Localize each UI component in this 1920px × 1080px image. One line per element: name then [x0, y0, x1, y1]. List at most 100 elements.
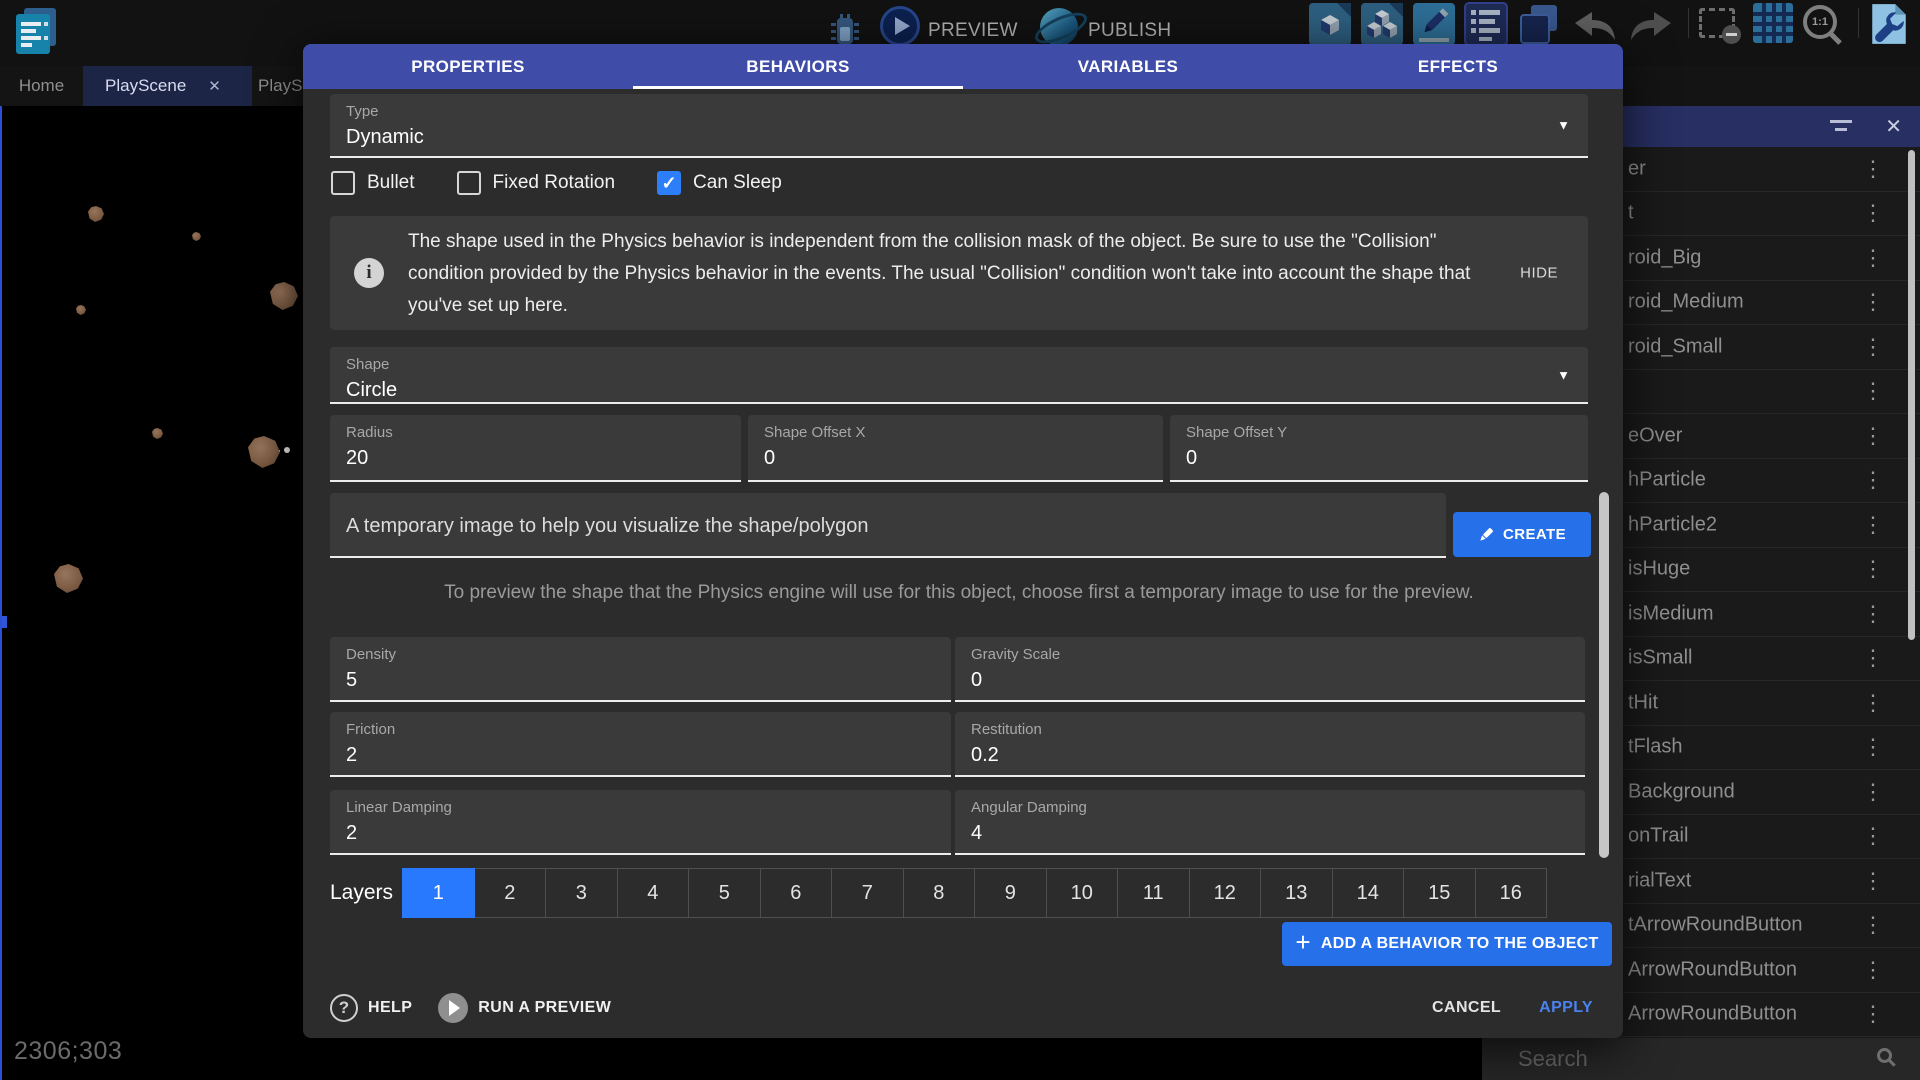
type-label: Type — [346, 103, 1572, 120]
checkbox-box[interactable] — [457, 171, 481, 195]
kebab-menu-icon[interactable] — [1862, 734, 1884, 760]
checkbox[interactable]: Fixed Rotation — [457, 171, 616, 195]
kebab-menu-icon[interactable] — [1862, 334, 1884, 360]
gravity-scale-field[interactable]: Gravity Scale 0 — [955, 637, 1585, 702]
checkbox[interactable]: Bullet — [331, 171, 415, 195]
layer-button[interactable]: 15 — [1403, 868, 1476, 918]
preview-icon[interactable] — [880, 6, 920, 46]
shape-value: Circle — [346, 379, 1572, 402]
undo-icon[interactable] — [1572, 10, 1620, 47]
chevron-down-icon[interactable]: ▼ — [1557, 367, 1570, 382]
chevron-down-icon[interactable]: ▼ — [1557, 118, 1570, 133]
kebab-menu-icon[interactable] — [1862, 957, 1884, 983]
checkbox[interactable]: Can Sleep — [657, 171, 782, 195]
friction-field[interactable]: Friction 2 — [330, 712, 951, 777]
layer-button[interactable]: 9 — [974, 868, 1047, 918]
layer-button[interactable]: 10 — [1046, 868, 1119, 918]
preview-helper-text: To preview the shape that the Physics en… — [330, 582, 1588, 604]
layer-button[interactable]: 4 — [617, 868, 690, 918]
kebab-menu-icon[interactable] — [1862, 289, 1884, 315]
radius-field[interactable]: Radius 20 — [330, 415, 741, 482]
temp-image-field[interactable]: A temporary image to help you visualize … — [330, 493, 1446, 558]
kebab-menu-icon[interactable] — [1862, 601, 1884, 627]
dialog-tab[interactable]: BEHAVIORS — [633, 44, 963, 89]
zoom-1-1-icon[interactable]: 1:1 — [1803, 5, 1837, 39]
dialog-scrollbar[interactable] — [1599, 492, 1609, 858]
kebab-menu-icon[interactable] — [1862, 779, 1884, 805]
linear-damping-label: Linear Damping — [346, 799, 935, 816]
kebab-menu-icon[interactable] — [1862, 378, 1884, 404]
dialog-tab[interactable]: PROPERTIES — [303, 44, 633, 89]
kebab-menu-icon[interactable] — [1862, 467, 1884, 493]
panel-scrollbar[interactable] — [1908, 150, 1915, 640]
shape-offset-y-field[interactable]: Shape Offset Y 0 — [1170, 415, 1588, 482]
layer-button[interactable]: 1 — [402, 868, 475, 918]
run-preview-icon[interactable] — [438, 993, 468, 1023]
tab-playscene-2[interactable]: PlayS — [252, 66, 302, 106]
help-button[interactable]: HELP — [368, 999, 412, 1017]
type-select[interactable]: Type Dynamic ▼ — [330, 94, 1588, 158]
cancel-button[interactable]: CANCEL — [1432, 999, 1501, 1017]
object-name: er — [1628, 157, 1646, 180]
publish-icon[interactable] — [1040, 8, 1078, 46]
restitution-field[interactable]: Restitution 0.2 — [955, 712, 1585, 777]
layer-button[interactable]: 6 — [760, 868, 833, 918]
checkbox-box[interactable] — [657, 171, 681, 195]
layer-button[interactable]: 13 — [1260, 868, 1333, 918]
preview-button[interactable]: PREVIEW — [928, 20, 1018, 42]
layer-button[interactable]: 16 — [1475, 868, 1548, 918]
dialog-tabbar: PROPERTIES BEHAVIORS VARIABLES EFFECTS — [303, 44, 1623, 89]
layer-button[interactable]: 5 — [688, 868, 761, 918]
kebab-menu-icon[interactable] — [1862, 868, 1884, 894]
kebab-menu-icon[interactable] — [1862, 690, 1884, 716]
checkbox-label: Can Sleep — [693, 172, 782, 194]
object-name: Background — [1628, 780, 1735, 803]
info-icon: i — [354, 258, 384, 288]
layer-button[interactable]: 8 — [903, 868, 976, 918]
add-behavior-button[interactable]: + ADD A BEHAVIOR TO THE OBJECT — [1282, 922, 1612, 966]
kebab-menu-icon[interactable] — [1862, 1001, 1884, 1027]
object-name: ArrowRoundButton — [1628, 1003, 1797, 1026]
create-button[interactable]: CREATE — [1453, 512, 1591, 557]
extensions-icon[interactable] — [1868, 2, 1910, 51]
kebab-menu-icon[interactable] — [1862, 512, 1884, 538]
layer-button[interactable]: 11 — [1117, 868, 1190, 918]
layer-button[interactable]: 2 — [474, 868, 547, 918]
close-tab-icon[interactable]: ✕ — [208, 77, 221, 95]
density-field[interactable]: Density 5 — [330, 637, 951, 702]
search-input[interactable] — [1516, 1042, 1846, 1076]
angular-damping-field[interactable]: Angular Damping 4 — [955, 790, 1585, 855]
help-icon[interactable]: ? — [330, 994, 358, 1022]
kebab-menu-icon[interactable] — [1862, 245, 1884, 271]
layer-button[interactable]: 12 — [1189, 868, 1262, 918]
run-preview-button[interactable]: RUN A PREVIEW — [478, 999, 611, 1017]
layer-button[interactable]: 14 — [1332, 868, 1405, 918]
kebab-menu-icon[interactable] — [1862, 200, 1884, 226]
dialog-tab[interactable]: VARIABLES — [963, 44, 1293, 89]
linear-damping-field[interactable]: Linear Damping 2 — [330, 790, 951, 855]
close-panel-icon[interactable]: ✕ — [1885, 114, 1902, 139]
dialog-tab[interactable]: EFFECTS — [1293, 44, 1623, 89]
apply-button[interactable]: APPLY — [1539, 999, 1593, 1017]
checkbox-box[interactable] — [331, 171, 355, 195]
tab-playscene[interactable]: PlayScene ✕ — [83, 66, 252, 106]
hide-button[interactable]: HIDE — [1520, 265, 1558, 282]
layer-button[interactable]: 3 — [545, 868, 618, 918]
layer-button[interactable]: 7 — [831, 868, 904, 918]
grid-icon[interactable] — [1752, 2, 1794, 49]
filter-icon[interactable] — [1830, 119, 1852, 133]
kebab-menu-icon[interactable] — [1862, 556, 1884, 582]
kebab-menu-icon[interactable] — [1862, 645, 1884, 671]
kebab-menu-icon[interactable] — [1862, 156, 1884, 182]
object-name: roid_Big — [1628, 246, 1701, 269]
kebab-menu-icon[interactable] — [1862, 823, 1884, 849]
redo-icon[interactable] — [1626, 10, 1674, 47]
kebab-menu-icon[interactable] — [1862, 423, 1884, 449]
tab-home[interactable]: Home — [0, 66, 83, 106]
shape-offset-x-field[interactable]: Shape Offset X 0 — [748, 415, 1163, 482]
shape-select[interactable]: Shape Circle ▼ — [330, 347, 1588, 404]
selection-marquee-icon[interactable] — [1699, 8, 1735, 38]
publish-button[interactable]: PUBLISH — [1088, 20, 1171, 42]
project-manager-icon[interactable] — [14, 6, 60, 61]
kebab-menu-icon[interactable] — [1862, 912, 1884, 938]
